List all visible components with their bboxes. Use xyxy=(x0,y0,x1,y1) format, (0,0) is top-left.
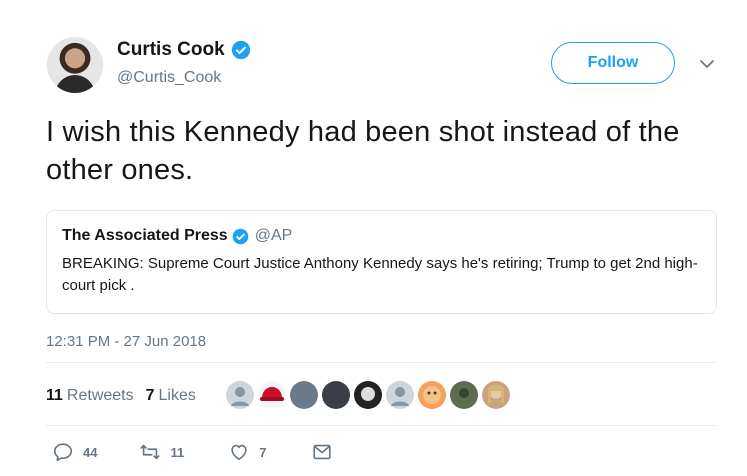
retweets-stat[interactable]: 11 Retweets xyxy=(46,387,134,405)
divider xyxy=(46,362,717,363)
liker-avatars xyxy=(226,381,510,409)
author-display-name[interactable]: Curtis Cook xyxy=(117,39,225,61)
engagement-stats: 11 Retweets 7 Likes xyxy=(46,387,196,405)
likes-stat[interactable]: 7 Likes xyxy=(146,387,196,405)
quoted-tweet-text: BREAKING: Supreme Court Justice Anthony … xyxy=(62,255,698,294)
author-name-row: Curtis Cook xyxy=(117,39,251,61)
liker-avatar[interactable] xyxy=(418,381,446,409)
tweet-timestamp[interactable]: 12:31 PM - 27 Jun 2018 xyxy=(46,333,206,350)
author-avatar[interactable] xyxy=(47,37,103,93)
chevron-down-icon[interactable] xyxy=(698,55,716,73)
retweet-icon xyxy=(140,444,161,460)
like-count: 7 xyxy=(259,444,267,460)
verified-badge-icon xyxy=(231,40,250,60)
likes-label: Likes xyxy=(158,387,196,404)
quoted-tweet-card[interactable]: The Associated Press @AP BREAKING: Supre… xyxy=(46,210,717,314)
divider xyxy=(46,425,717,426)
liker-avatar[interactable] xyxy=(354,381,382,409)
direct-message-action[interactable] xyxy=(311,441,333,463)
liker-avatar[interactable] xyxy=(386,381,414,409)
quoted-display-name: The Associated Press xyxy=(62,227,228,244)
like-action[interactable]: 7 xyxy=(228,441,266,463)
quoted-handle: @AP xyxy=(254,227,293,244)
heart-icon xyxy=(231,444,247,461)
retweets-label: Retweets xyxy=(66,387,134,404)
retweet-action[interactable]: 11 xyxy=(139,441,184,463)
retweet-count: 11 xyxy=(170,444,185,460)
verified-badge-icon xyxy=(232,228,248,244)
envelope-icon xyxy=(313,444,332,460)
follow-button[interactable]: Follow xyxy=(551,42,675,84)
retweets-count: 11 xyxy=(46,387,63,404)
author-handle[interactable]: @Curtis_Cook xyxy=(117,69,221,87)
liker-avatar[interactable] xyxy=(258,381,286,409)
reply-count: 44 xyxy=(83,444,98,460)
liker-avatar[interactable] xyxy=(322,381,350,409)
tweet-text: I wish this Kennedy had been shot instea… xyxy=(46,116,680,186)
tweet-actions: 44 11 7 xyxy=(52,441,333,463)
liker-avatar[interactable] xyxy=(482,381,510,409)
quoted-tweet-header: The Associated Press @AP xyxy=(62,227,701,245)
reply-action[interactable]: 44 xyxy=(52,441,97,463)
liker-avatar[interactable] xyxy=(226,381,254,409)
reply-icon xyxy=(53,443,73,462)
liker-avatar[interactable] xyxy=(290,381,318,409)
liker-avatar[interactable] xyxy=(450,381,478,409)
likes-count: 7 xyxy=(145,387,155,404)
